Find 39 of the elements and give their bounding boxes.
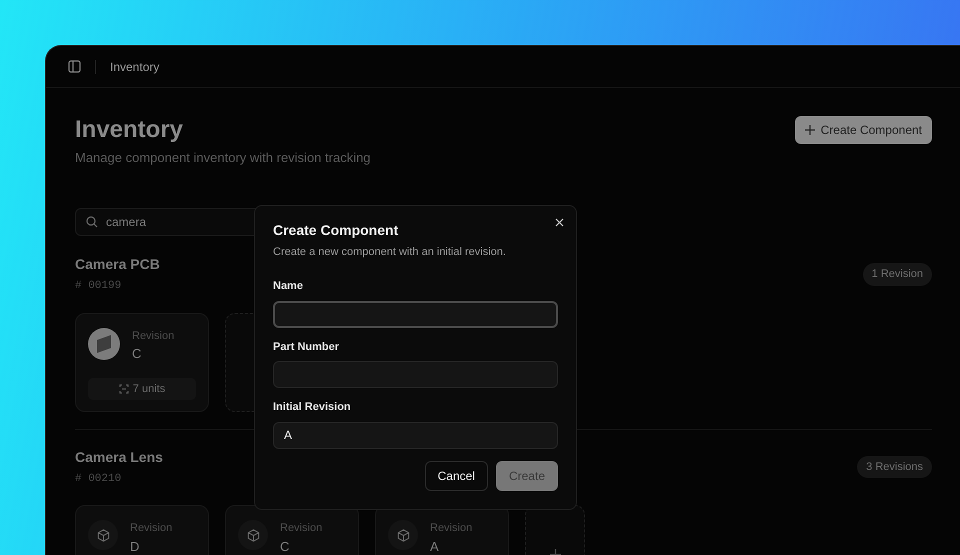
- field-label: Part Number: [273, 340, 340, 355]
- dialog-description: Create a new component with an initial revision.: [273, 244, 507, 260]
- revision-card[interactable]: Revision C 7 units: [75, 312, 209, 412]
- revision-label: Revision: [130, 521, 172, 536]
- revision-count-badge: 1 Revision: [862, 263, 932, 286]
- revision-count-badge: 3 Revisions: [857, 456, 932, 478]
- revision-label: Revision: [280, 521, 322, 536]
- input-field[interactable]: [273, 300, 558, 328]
- component-name: Camera PCB: [75, 255, 160, 274]
- input-field[interactable]: [273, 361, 558, 388]
- board-thumbnail: [88, 328, 120, 360]
- cube-icon: [396, 528, 410, 543]
- cancel-button[interactable]: Cancel: [424, 460, 488, 491]
- breadcrumb[interactable]: Inventory: [110, 58, 160, 76]
- page-subtitle: Manage component inventory with revision tracking: [75, 148, 371, 167]
- revision-letter: D: [130, 538, 140, 555]
- units-badge: 7 units: [88, 378, 196, 400]
- search-icon: [86, 216, 98, 228]
- create-component-button[interactable]: Create Component: [794, 116, 932, 144]
- field-label: Name: [273, 279, 304, 294]
- revision-letter: C: [132, 345, 142, 364]
- input-field[interactable]: A: [273, 422, 558, 449]
- field-label: Initial Revision: [273, 400, 352, 416]
- page-title: Inventory: [75, 116, 184, 145]
- revision-letter: C: [280, 538, 290, 555]
- cube-icon: [246, 528, 260, 543]
- part-number: # 00210: [75, 472, 122, 487]
- revision-label: Revision: [430, 521, 472, 536]
- dialog-title: Create Component: [273, 222, 400, 239]
- cube-icon: [96, 528, 110, 543]
- revision-card[interactable]: Revision C: [225, 505, 359, 555]
- units-icon: [118, 384, 129, 394]
- revision-card[interactable]: Revision D: [75, 505, 209, 555]
- plus-icon: [804, 125, 815, 135]
- sidebar-toggle-icon[interactable]: [68, 60, 81, 73]
- component-name: Camera Lens: [75, 448, 163, 467]
- part-number: # 00199: [75, 279, 122, 294]
- revision-label: Revision: [132, 328, 174, 344]
- revision-letter: A: [430, 538, 440, 555]
